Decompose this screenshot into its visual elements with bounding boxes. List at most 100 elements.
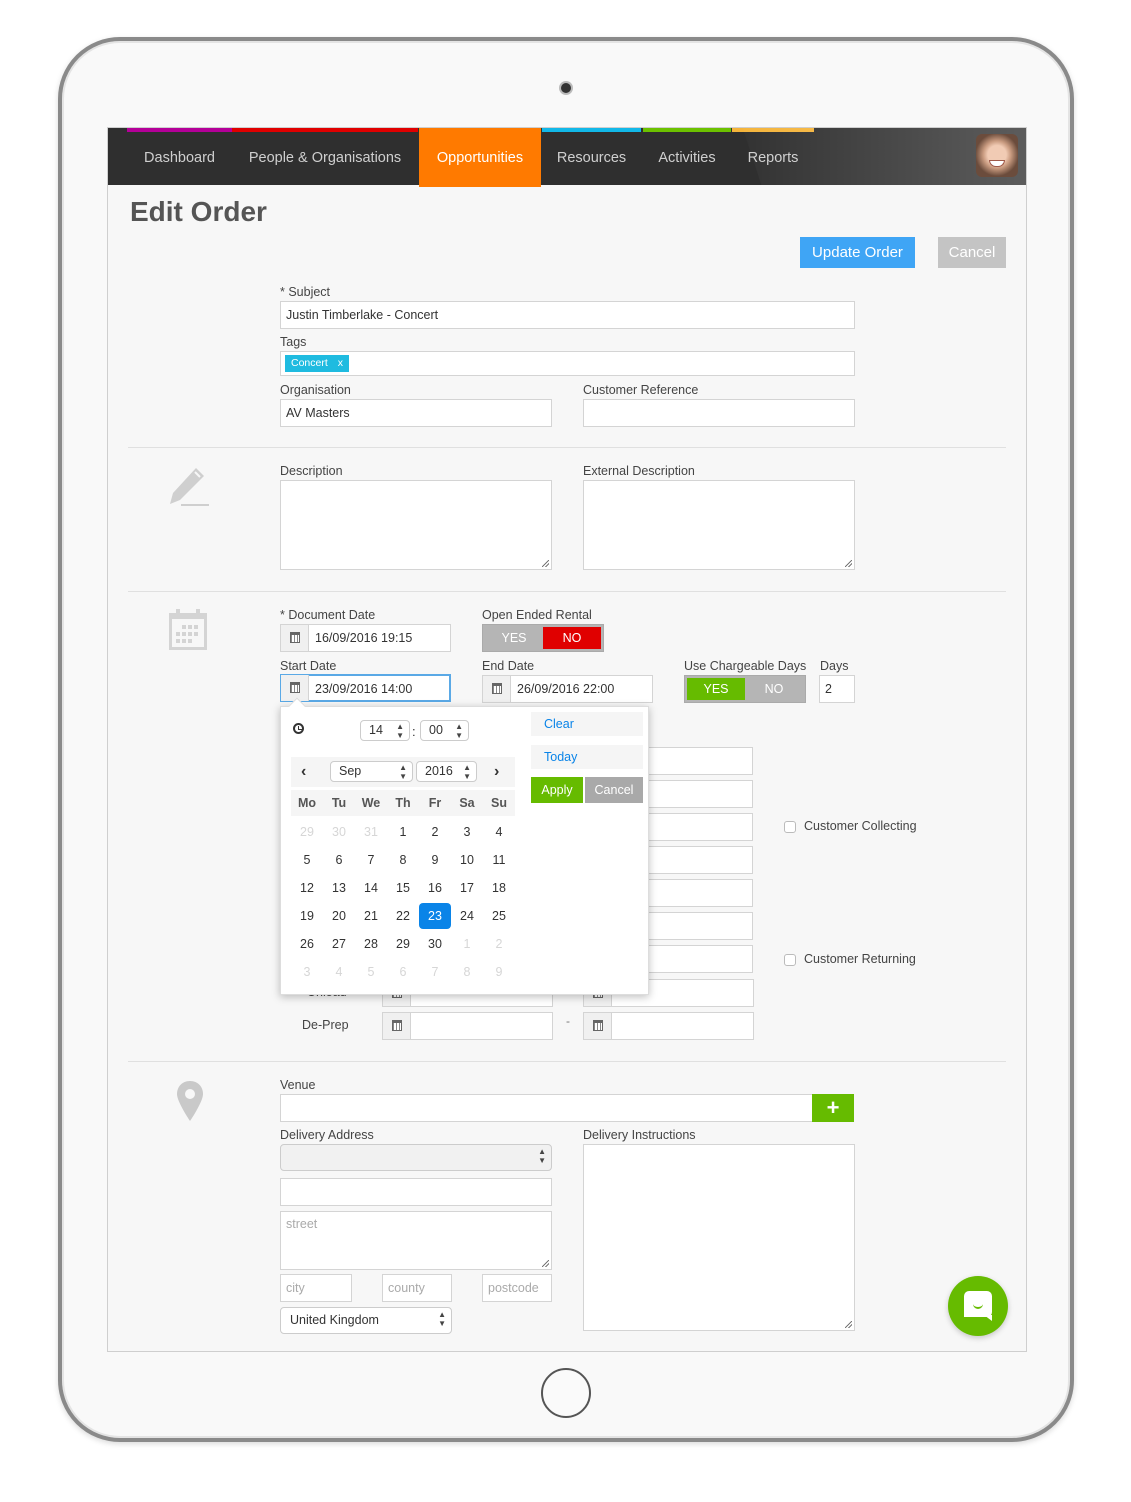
- calendar-day[interactable]: 19: [291, 903, 323, 929]
- add-venue-button[interactable]: +: [812, 1094, 854, 1122]
- calendar-day[interactable]: 30: [419, 931, 451, 957]
- tags-input[interactable]: Concert x: [280, 351, 855, 376]
- calendar-day[interactable]: 8: [387, 847, 419, 873]
- chat-support-button[interactable]: [948, 1276, 1008, 1336]
- hour-select[interactable]: 14 ▲ ▼: [360, 720, 410, 741]
- calendar-day[interactable]: 14: [355, 875, 387, 901]
- calendar-day[interactable]: 3: [451, 819, 483, 845]
- calendar-day[interactable]: 28: [355, 931, 387, 957]
- end-date-input[interactable]: 26/09/2016 22:00: [482, 675, 653, 703]
- calendar-day[interactable]: 17: [451, 875, 483, 901]
- city-input[interactable]: city: [280, 1274, 352, 1302]
- calendar-day[interactable]: 22: [387, 903, 419, 929]
- start-date-input[interactable]: 23/09/2016 14:00: [280, 674, 451, 702]
- organisation-input[interactable]: AV Masters: [280, 399, 552, 427]
- picker-cancel-button[interactable]: Cancel: [585, 777, 643, 803]
- calendar-day[interactable]: 10: [451, 847, 483, 873]
- customer-reference-input[interactable]: [583, 399, 855, 427]
- today-button[interactable]: Today: [531, 745, 643, 769]
- county-input[interactable]: county: [382, 1274, 452, 1302]
- country-select[interactable]: United Kingdom ▲ ▼: [280, 1307, 452, 1334]
- nav-activities[interactable]: Activities: [643, 128, 731, 185]
- calendar-day[interactable]: 26: [291, 931, 323, 957]
- resize-handle[interactable]: [542, 1260, 549, 1267]
- minute-select[interactable]: 00 ▲ ▼: [420, 720, 469, 741]
- calendar-day[interactable]: 4: [323, 959, 355, 985]
- calendar-day[interactable]: 9: [483, 959, 515, 985]
- calendar-day[interactable]: 2: [483, 931, 515, 957]
- resize-handle[interactable]: [845, 1321, 852, 1328]
- description-textarea[interactable]: [280, 480, 552, 570]
- nav-resources[interactable]: Resources: [542, 128, 641, 185]
- deprep-start-input[interactable]: [382, 1012, 553, 1040]
- apply-button[interactable]: Apply: [531, 777, 583, 803]
- calendar-day[interactable]: 6: [323, 847, 355, 873]
- calendar-day[interactable]: 16: [419, 875, 451, 901]
- resize-handle[interactable]: [845, 560, 852, 567]
- calendar-day[interactable]: 7: [355, 847, 387, 873]
- user-avatar[interactable]: [976, 134, 1018, 177]
- calendar-day[interactable]: 11: [483, 847, 515, 873]
- calendar-button[interactable]: [281, 675, 309, 701]
- customer-returning-checkbox[interactable]: [784, 954, 796, 966]
- nav-dashboard[interactable]: Dashboard: [127, 128, 232, 185]
- calendar-day[interactable]: 7: [419, 959, 451, 985]
- calendar-day[interactable]: 5: [291, 847, 323, 873]
- update-order-button[interactable]: Update Order: [800, 237, 915, 268]
- next-month-icon[interactable]: ›: [494, 763, 499, 781]
- calendar-day-selected[interactable]: 23: [419, 903, 451, 929]
- clear-button[interactable]: Clear: [531, 712, 643, 736]
- calendar-day[interactable]: 29: [387, 931, 419, 957]
- home-button[interactable]: [541, 1368, 591, 1418]
- calendar-day[interactable]: 18: [483, 875, 515, 901]
- calendar-button[interactable]: [383, 1013, 411, 1039]
- toggle-no-selected[interactable]: NO: [543, 627, 601, 649]
- calendar-day[interactable]: 3: [291, 959, 323, 985]
- document-date-input[interactable]: 16/09/2016 19:15: [280, 624, 451, 652]
- nav-people-organisations[interactable]: People & Organisations: [232, 128, 418, 185]
- prev-month-icon[interactable]: ‹: [301, 763, 306, 781]
- days-input[interactable]: 2: [819, 675, 855, 703]
- cancel-button[interactable]: Cancel: [938, 237, 1006, 268]
- calendar-day[interactable]: 1: [387, 819, 419, 845]
- calendar-day[interactable]: 13: [323, 875, 355, 901]
- resize-handle[interactable]: [542, 560, 549, 567]
- delivery-address-select[interactable]: ▲ ▼: [280, 1144, 552, 1171]
- toggle-yes-selected[interactable]: YES: [687, 678, 745, 700]
- street-textarea[interactable]: street: [280, 1211, 552, 1270]
- delivery-instructions-textarea[interactable]: [583, 1144, 855, 1331]
- open-ended-rental-toggle[interactable]: YES NO: [482, 624, 604, 652]
- calendar-day[interactable]: 24: [451, 903, 483, 929]
- toggle-yes[interactable]: YES: [485, 627, 543, 649]
- calendar-button[interactable]: [483, 676, 511, 702]
- use-chargeable-days-toggle[interactable]: YES NO: [684, 675, 806, 703]
- calendar-day[interactable]: 29: [291, 819, 323, 845]
- nav-opportunities[interactable]: Opportunities: [419, 128, 541, 187]
- address-name-input[interactable]: [280, 1178, 552, 1206]
- calendar-day[interactable]: 2: [419, 819, 451, 845]
- subject-input[interactable]: Justin Timberlake - Concert: [280, 301, 855, 329]
- month-select[interactable]: Sep ▲ ▼: [330, 761, 413, 782]
- venue-input[interactable]: [280, 1094, 814, 1122]
- deprep-end-input[interactable]: [583, 1012, 754, 1040]
- calendar-day[interactable]: 20: [323, 903, 355, 929]
- postcode-input[interactable]: postcode: [482, 1274, 552, 1302]
- external-description-textarea[interactable]: [583, 480, 855, 570]
- calendar-day[interactable]: 9: [419, 847, 451, 873]
- calendar-day[interactable]: 8: [451, 959, 483, 985]
- calendar-button[interactable]: [584, 1013, 612, 1039]
- calendar-day[interactable]: 15: [387, 875, 419, 901]
- tag-remove-icon[interactable]: x: [338, 357, 343, 369]
- calendar-day[interactable]: 12: [291, 875, 323, 901]
- calendar-day[interactable]: 31: [355, 819, 387, 845]
- year-select[interactable]: 2016 ▲ ▼: [416, 761, 477, 782]
- calendar-day[interactable]: 6: [387, 959, 419, 985]
- calendar-day[interactable]: 1: [451, 931, 483, 957]
- calendar-day[interactable]: 21: [355, 903, 387, 929]
- customer-collecting-checkbox[interactable]: [784, 821, 796, 833]
- calendar-day[interactable]: 5: [355, 959, 387, 985]
- toggle-no[interactable]: NO: [745, 678, 803, 700]
- calendar-day[interactable]: 27: [323, 931, 355, 957]
- calendar-day[interactable]: 30: [323, 819, 355, 845]
- calendar-day[interactable]: 25: [483, 903, 515, 929]
